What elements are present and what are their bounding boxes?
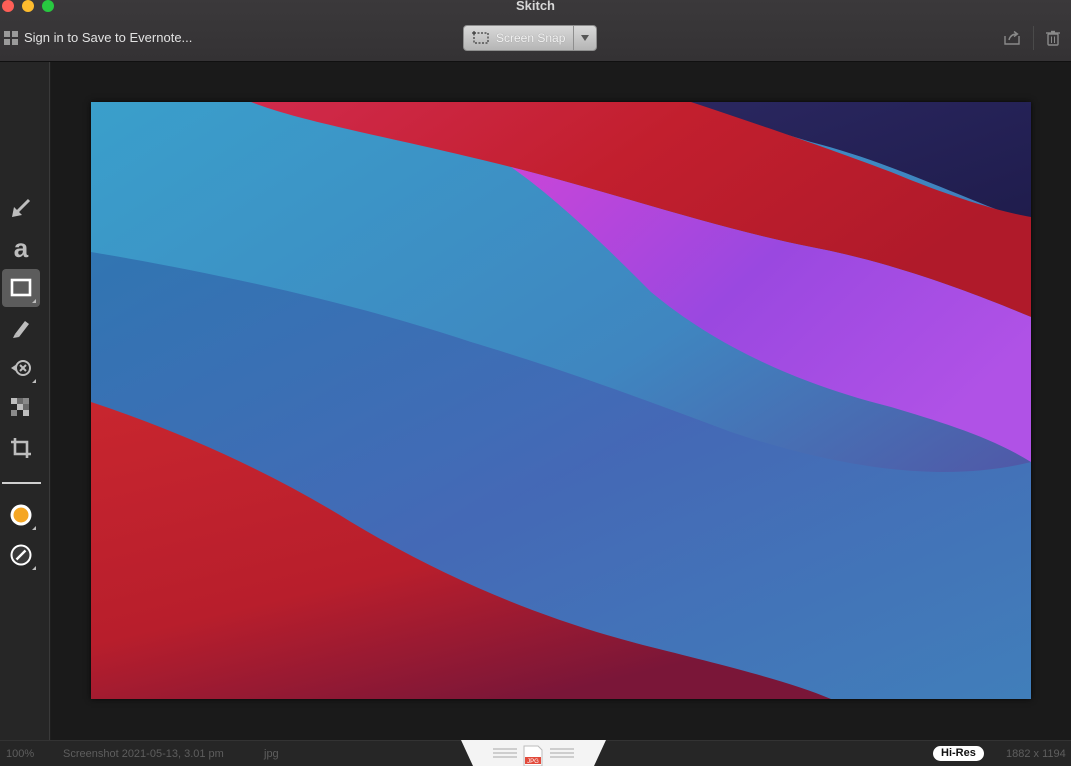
screenshot-image[interactable] xyxy=(91,102,1031,699)
dropdown-triangle-icon xyxy=(581,35,590,41)
screen-snap-button[interactable]: Screen Snap xyxy=(464,26,575,50)
crosshair-region-icon xyxy=(472,31,489,44)
shape-tool[interactable] xyxy=(2,269,40,307)
hi-res-badge[interactable]: Hi-Res xyxy=(933,746,984,761)
drag-export-tab[interactable]: JPG xyxy=(461,740,606,766)
stroke-width-icon xyxy=(10,544,32,566)
color-swatch-icon xyxy=(10,504,32,526)
text-a-icon: a xyxy=(13,233,29,263)
snap-options-dropdown[interactable] xyxy=(574,26,596,50)
tool-options-corner xyxy=(32,299,36,303)
stroke-picker[interactable] xyxy=(2,536,40,574)
crop-tool[interactable] xyxy=(2,429,40,467)
screen-snap-label: Screen Snap xyxy=(496,31,566,45)
arrow-icon xyxy=(12,198,31,217)
stamp-tool[interactable] xyxy=(2,349,40,387)
palette-separator xyxy=(2,482,41,484)
tool-palette: a xyxy=(0,62,50,740)
stamp-icon xyxy=(11,360,31,376)
filename-field[interactable]: Screenshot 2021-05-13, 3.01 pm xyxy=(63,748,224,760)
toolbar-divider xyxy=(1033,26,1034,50)
zoom-level-menu[interactable]: 100% xyxy=(6,748,34,760)
window-title: Skitch xyxy=(515,0,555,13)
pixelate-icon xyxy=(11,398,29,416)
marker-icon xyxy=(13,321,29,338)
file-type-badge: JPG xyxy=(527,759,539,765)
signin-label: Sign in to Save to Evernote... xyxy=(24,30,193,45)
text-tool[interactable]: a xyxy=(2,229,40,267)
tool-options-corner xyxy=(32,379,36,383)
arrow-tool[interactable] xyxy=(2,189,40,227)
file-drag-icon: JPG xyxy=(523,745,543,766)
format-menu[interactable]: jpg xyxy=(264,748,279,760)
title-toolbar: Skitch Sign in to Save to Evernote... Sc… xyxy=(0,0,1071,62)
grid-icon xyxy=(4,30,18,45)
trash-icon[interactable] xyxy=(1044,30,1062,46)
marker-tool[interactable] xyxy=(2,309,40,347)
signin-evernote-button[interactable]: Sign in to Save to Evernote... xyxy=(4,30,192,45)
crop-icon xyxy=(11,438,31,458)
share-icon[interactable] xyxy=(1003,30,1021,46)
image-dimensions: 1882 x 1194 xyxy=(1006,748,1066,760)
screen-snap-group: Screen Snap xyxy=(463,25,598,51)
skitch-window: Skitch Sign in to Save to Evernote... Sc… xyxy=(0,0,1071,766)
color-picker[interactable] xyxy=(2,496,40,534)
tool-options-corner xyxy=(32,526,36,530)
rectangle-icon xyxy=(10,278,32,297)
tool-options-corner xyxy=(32,566,36,570)
pixelate-tool[interactable] xyxy=(2,389,40,427)
